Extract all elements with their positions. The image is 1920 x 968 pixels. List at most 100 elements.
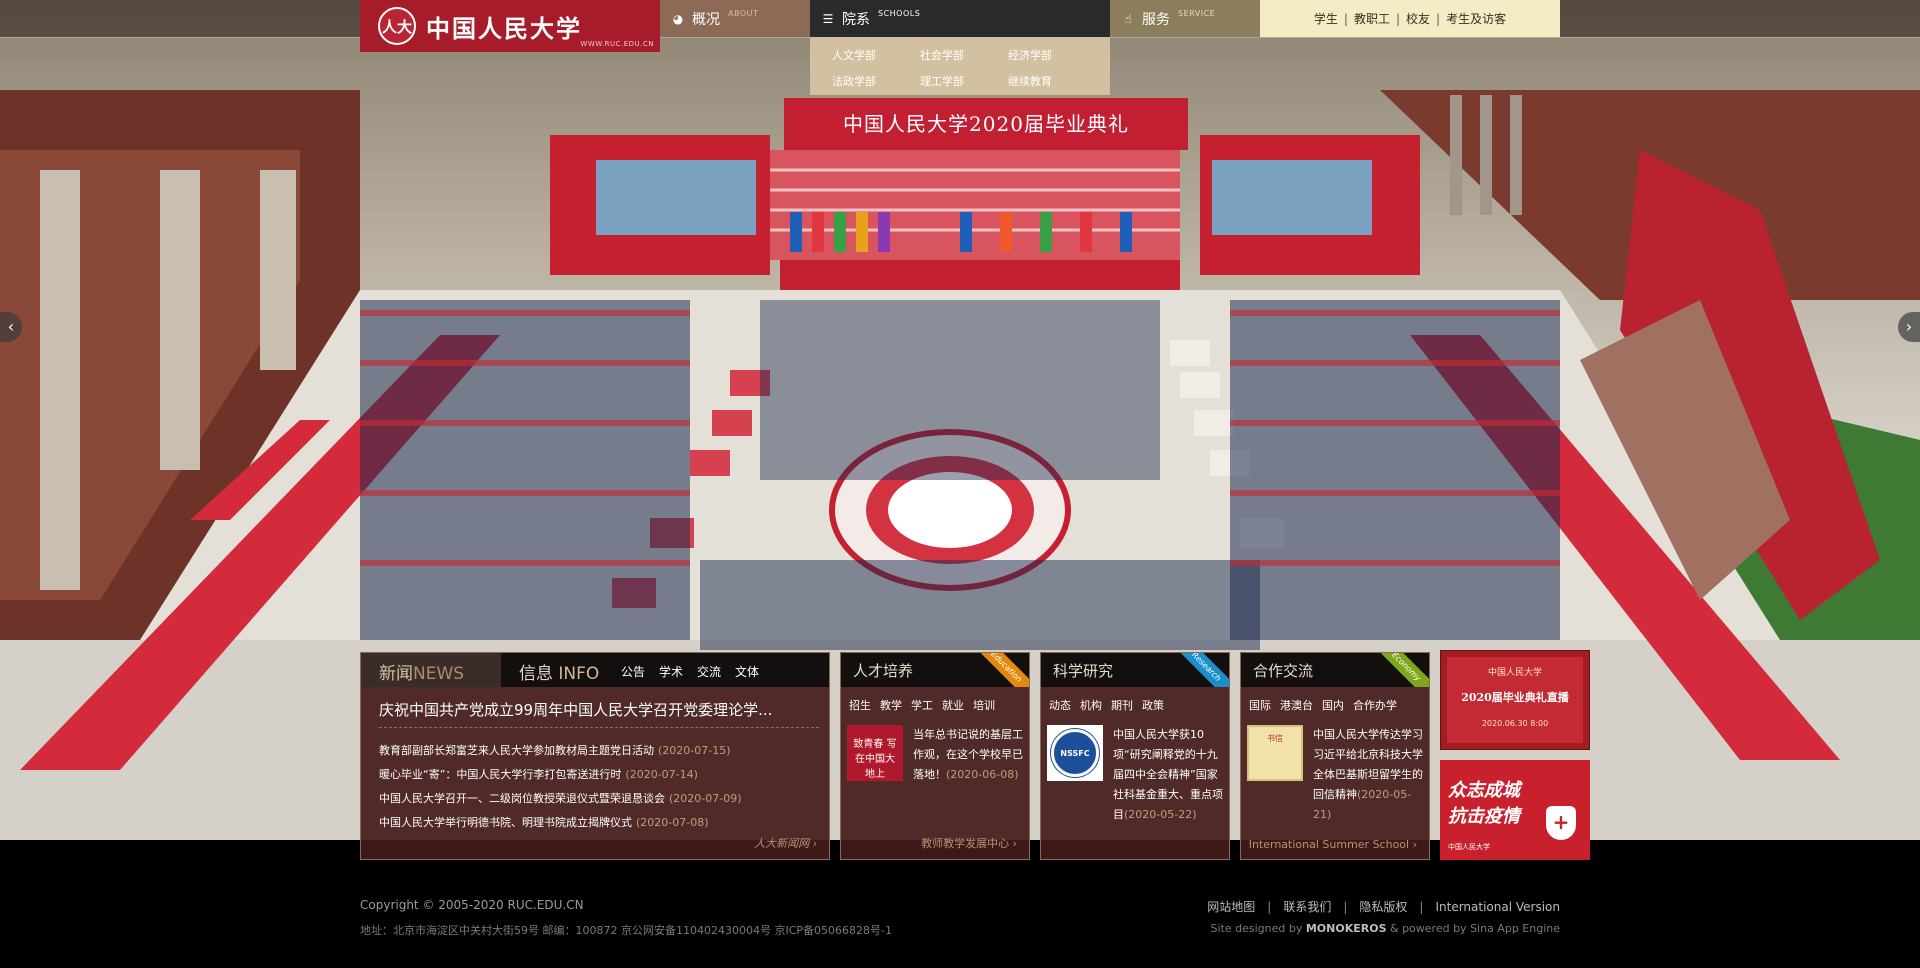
news-headline[interactable]: 庆祝中国共产党成立99周年中国人民大学召开党委理论学... (379, 699, 819, 720)
research-story[interactable]: 中国人民大学获10项“研究阐释党的十九届四中全会精神”国家社科基金重大、重点项目… (1113, 725, 1223, 825)
info-exchange[interactable]: 交流 (697, 663, 721, 680)
dropdown-item-law-politics[interactable]: 法政学部 (832, 73, 920, 95)
research-story-date: (2020-05-22) (1124, 808, 1197, 821)
slider-next-button[interactable]: › (1898, 312, 1920, 342)
audience-links: 学生 | 教职工 | 校友 | 考生及访客 (1260, 0, 1560, 37)
info-announcements[interactable]: 公告 (621, 663, 645, 680)
graduation-live-promo[interactable]: 中国人民大学 2020届毕业典礼直播 2020.06.30 8:00 (1440, 650, 1590, 750)
news-list: 教育部副部长郑富芝来人民大学参加教材局主题党日活动 (2020-07-15) 暖心… (379, 739, 819, 835)
research-institutes[interactable]: 机构 (1080, 697, 1102, 713)
link-privacy[interactable]: 隐私版权 (1359, 898, 1407, 915)
nssfc-logo-icon: NSSFC (1051, 729, 1099, 777)
separator: | (1343, 899, 1348, 914)
research-subnav: 动态 机构 期刊 政策 (1049, 697, 1164, 713)
nav-schools-en: SCHOOLS (878, 9, 921, 18)
dropdown-item-science-engineering[interactable]: 理工学部 (920, 73, 1008, 95)
separator: | (1395, 11, 1401, 26)
university-name: 中国人民大学 (426, 13, 582, 43)
link-staff[interactable]: 教职工 (1354, 10, 1390, 27)
site-logo[interactable]: 人大 中国人民大学 WWW.RUC.EDU.CN (360, 0, 660, 52)
link-international[interactable]: International Version (1435, 900, 1560, 914)
news-item-date: (2020-07-08) (636, 816, 709, 829)
talent-training[interactable]: 培训 (973, 697, 995, 713)
covid-promo[interactable]: 众志成城 抗击疫情 + 中国人民大学 (1440, 760, 1590, 860)
summer-school-link[interactable]: International Summer School › (1249, 838, 1417, 851)
promo-live-line3: 2020.06.30 8:00 (1481, 719, 1549, 728)
nav-about-label: 概况 (692, 11, 720, 28)
ceremony-banner-text: 中国人民大学2020届毕业典礼 (784, 98, 1188, 150)
education-ribbon: Education (968, 653, 1029, 687)
nav-service-en: SERVICE (1178, 9, 1216, 18)
tab-news-cn: 新闻 (379, 664, 413, 684)
talent-admissions[interactable]: 招生 (849, 697, 871, 713)
link-contact[interactable]: 联系我们 (1283, 898, 1331, 915)
tab-news-en: NEWS (413, 664, 465, 684)
nav-about-en: ABOUT (728, 9, 759, 18)
cooperation-subnav: 国际 港澳台 国内 合作办学 (1249, 697, 1397, 713)
link-alumni[interactable]: 校友 (1406, 10, 1430, 27)
dropdown-item-social-sciences[interactable]: 社会学部 (920, 47, 1008, 69)
research-policies[interactable]: 政策 (1142, 697, 1164, 713)
coop-joint-programs[interactable]: 合作办学 (1353, 697, 1397, 713)
news-item-date: (2020-07-14) (625, 768, 698, 781)
credits-brand[interactable]: MONOKEROS (1306, 922, 1387, 935)
chevron-right-icon: › (1905, 317, 1913, 336)
news-item-title: 教育部副部长郑富芝来人民大学参加教材局主题党日活动 (379, 744, 654, 757)
talent-teaching[interactable]: 教学 (880, 697, 902, 713)
link-applicants-visitors[interactable]: 考生及访客 (1446, 10, 1506, 27)
talent-student-affairs[interactable]: 学工 (911, 697, 933, 713)
divider (379, 727, 819, 728)
teacher-development-link[interactable]: 教师教学发展中心 › (921, 835, 1017, 851)
link-sitemap[interactable]: 网站地图 (1207, 898, 1255, 915)
link-students[interactable]: 学生 (1314, 10, 1338, 27)
university-seal-icon: 人大 (378, 7, 416, 45)
cooperation-panel-header: 合作交流 Economy (1241, 653, 1429, 687)
news-item-title: 中国人民大学举行明德书院、明理书院成立揭牌仪式 (379, 816, 632, 829)
address: 地址：北京市海淀区中关村大街59号 邮编：100872 京公网安备1104024… (360, 924, 892, 937)
medical-cross-icon: + (1546, 806, 1576, 840)
news-list-item[interactable]: 暖心毕业“寄”：中国人民大学行李打包寄送进行时 (2020-07-14) (379, 763, 819, 787)
talent-title[interactable]: 人才培养 (853, 660, 913, 681)
talent-story-date: (2020-06-08) (946, 768, 1019, 781)
economy-ribbon: Economy (1368, 653, 1429, 687)
cooperation-story[interactable]: 中国人民大学传达学习习近平给北京科技大学全体巴基斯坦留学生的回信精神(2020-… (1313, 725, 1423, 825)
talent-thumbnail[interactable]: 致青春 写在中国大地上 (847, 725, 903, 781)
dropdown-item-humanities[interactable]: 人文学部 (832, 47, 920, 69)
tab-info[interactable]: 信息 INFO (501, 653, 599, 687)
research-news[interactable]: 动态 (1049, 697, 1071, 713)
nav-about[interactable]: ◕ 概况 ABOUT (660, 0, 810, 37)
chevron-left-icon: ‹ (7, 317, 15, 336)
dropdown-item-economics[interactable]: 经济学部 (1008, 47, 1096, 69)
cooperation-thumbnail[interactable]: 书信 (1247, 725, 1303, 781)
news-list-item[interactable]: 中国人民大学举行明德书院、明理书院成立揭牌仪式 (2020-07-08) (379, 811, 819, 835)
research-title[interactable]: 科学研究 (1053, 660, 1113, 681)
talent-story[interactable]: 当年总书记说的基层工作观，在这个学校早已落地！(2020-06-08) (913, 725, 1023, 785)
coop-hk-macao-taiwan[interactable]: 港澳台 (1280, 697, 1313, 713)
footer-links: 网站地图 | 联系我们 | 隐私版权 | International Versi… (1207, 898, 1560, 915)
news-list-item[interactable]: 中国人民大学召开一、二级岗位教授荣退仪式暨荣退恳谈会 (2020-07-09) (379, 787, 819, 811)
info-academic[interactable]: 学术 (659, 663, 683, 680)
info-culture-sports[interactable]: 文体 (735, 663, 759, 680)
news-item-title: 暖心毕业“寄”：中国人民大学行李打包寄送进行时 (379, 768, 622, 781)
credits-prefix: Site designed by (1210, 922, 1306, 935)
news-panel: 新闻NEWS 信息 INFO 公告 学术 交流 文体 庆祝中国共产党成立99周年… (360, 652, 830, 860)
nav-service[interactable]: ☝ 服务 SERVICE (1110, 0, 1260, 37)
talent-employment[interactable]: 就业 (942, 697, 964, 713)
coop-international[interactable]: 国际 (1249, 697, 1271, 713)
research-thumbnail[interactable]: NSSFC (1047, 725, 1103, 781)
ruc-news-more-link[interactable]: 人大新闻网 › (754, 835, 817, 851)
cooperation-panel: 合作交流 Economy 国际 港澳台 国内 合作办学 书信 中国人民大学传达学… (1240, 652, 1430, 860)
research-panel-header: 科学研究 Research (1041, 653, 1229, 687)
news-list-item[interactable]: 教育部副部长郑富芝来人民大学参加教材局主题党日活动 (2020-07-15) (379, 739, 819, 763)
promo-live-line1: 中国人民大学 (1487, 668, 1542, 678)
dropdown-item-continuing-education[interactable]: 继续教育 (1008, 73, 1096, 95)
list-icon: ☰ (822, 11, 834, 26)
nav-schools[interactable]: ☰ 院系 SCHOOLS (810, 0, 1110, 37)
tab-info-cn: 信息 (519, 664, 553, 684)
cooperation-title[interactable]: 合作交流 (1253, 660, 1313, 681)
research-journals[interactable]: 期刊 (1111, 697, 1133, 713)
site-url: WWW.RUC.EDU.CN (580, 40, 654, 48)
coop-domestic[interactable]: 国内 (1322, 697, 1344, 713)
promo-covid-slogan: 众志成城 抗击疫情 (1448, 778, 1520, 830)
tab-news[interactable]: 新闻NEWS (361, 653, 501, 687)
